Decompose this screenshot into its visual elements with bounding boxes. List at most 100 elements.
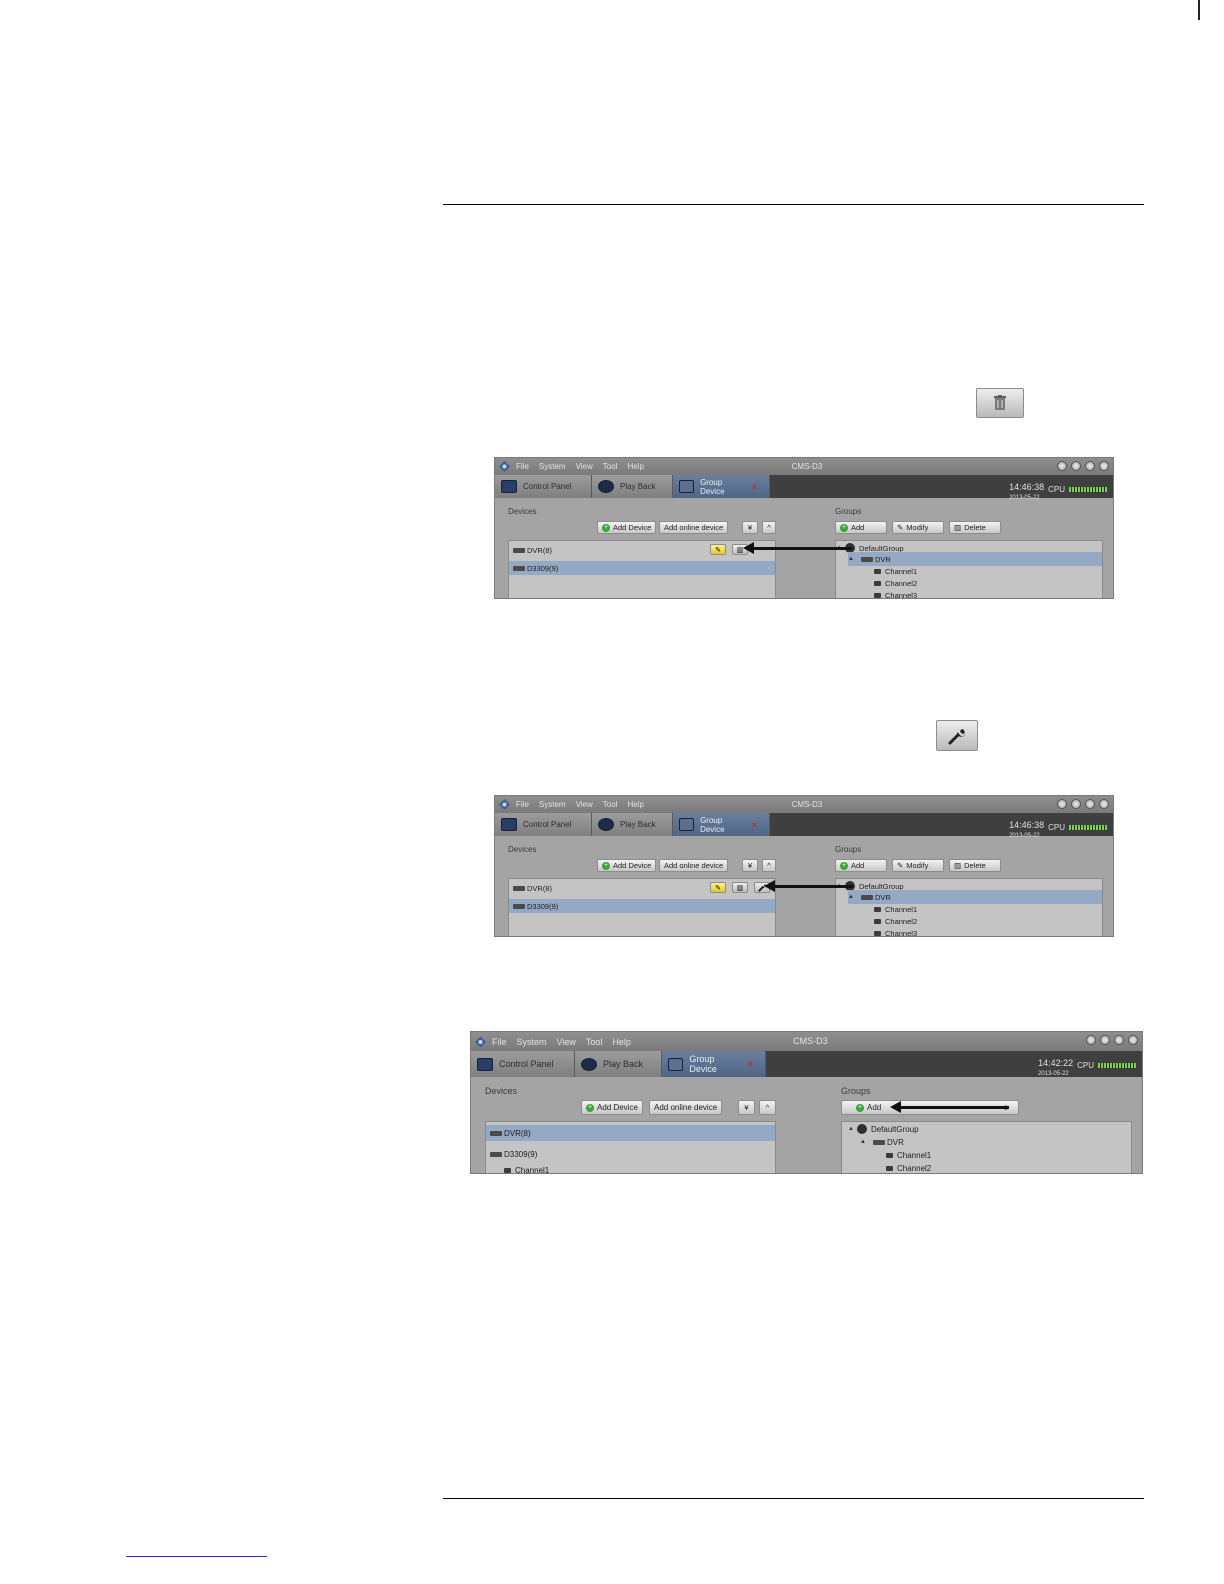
groups-label: Groups <box>835 507 862 516</box>
device-row[interactable]: D3309(9) <box>509 561 775 575</box>
add-group-button[interactable]: + Add <box>835 521 887 534</box>
menu-file[interactable]: File <box>492 1037 507 1047</box>
menu-file[interactable]: File <box>516 462 529 471</box>
expand-all-button[interactable]: ^ <box>762 859 776 872</box>
camera-icon <box>874 580 881 586</box>
groups-label: Groups <box>835 845 862 854</box>
menu-help[interactable]: Help <box>627 462 643 471</box>
expand-icon: ▲ <box>848 1126 854 1132</box>
group-tree: ▲ DefaultGroup ▲ DVR Channel1 Channel2 <box>841 1121 1132 1173</box>
dvr-icon <box>513 565 525 571</box>
tab-control-panel[interactable]: Control Panel <box>495 813 592 836</box>
tab-bar: Control Panel Play Back Group Device × 14… <box>495 475 1113 501</box>
tab-group-device[interactable]: Group Device × <box>662 1051 766 1077</box>
collapse-all-button[interactable]: ¥ <box>742 859 758 872</box>
collapse-all-button[interactable]: ¥ <box>738 1100 755 1115</box>
edit-device-button[interactable]: ✎ <box>710 544 726 555</box>
cpu-label: CPU <box>1048 484 1065 494</box>
tree-node-channel[interactable]: Channel3 <box>874 926 1102 936</box>
minimize-icon[interactable] <box>1100 1035 1110 1045</box>
menu-help[interactable]: Help <box>627 800 643 809</box>
dvr-icon <box>490 1130 502 1136</box>
tab-group-device[interactable]: Group Device × <box>673 813 770 836</box>
device-row[interactable]: D3309(9) <box>486 1146 775 1162</box>
settings-window-icon[interactable] <box>1086 1035 1096 1045</box>
group-tree: ▲DefaultGroup ▲DVR Channel1 Channel2 Cha… <box>835 878 1103 936</box>
tab-close-icon[interactable]: × <box>752 820 757 830</box>
camera-icon <box>886 1165 893 1171</box>
expand-all-button[interactable]: ^ <box>759 1100 776 1115</box>
callout-arrow <box>764 880 853 892</box>
tree-node-channel[interactable]: Channel1 <box>886 1148 1131 1162</box>
device-channel-row[interactable]: Channel1 <box>504 1162 775 1173</box>
delete-device-button[interactable]: ▥ <box>732 882 748 893</box>
menu-system[interactable]: System <box>517 1037 547 1047</box>
screenshot-delete-device: File System View Tool Help CMS-D3 Contro… <box>494 457 1114 599</box>
menu-tool[interactable]: Tool <box>603 462 618 471</box>
tab-play-back[interactable]: Play Back <box>575 1051 662 1077</box>
menu-tool[interactable]: Tool <box>603 800 618 809</box>
window-title: CMS-D3 <box>793 1036 828 1046</box>
settings-window-icon[interactable] <box>1057 461 1067 471</box>
clock-date: 2013-05-22 <box>1009 495 1040 501</box>
tab-close-icon[interactable]: × <box>752 482 757 492</box>
camera-icon <box>874 592 881 598</box>
tree-node-group[interactable]: ▲DefaultGroup <box>848 1122 1131 1136</box>
menu-view[interactable]: View <box>576 800 593 809</box>
close-icon[interactable] <box>1128 1035 1138 1045</box>
group-device-icon <box>668 1057 684 1071</box>
cpu-label: CPU <box>1048 822 1065 832</box>
maximize-icon[interactable] <box>1085 799 1095 809</box>
delete-group-button[interactable]: ▥ Delete <box>949 521 1001 534</box>
device-row[interactable]: DVR(8) <box>486 1125 775 1141</box>
devices-label: Devices <box>508 507 537 516</box>
edit-device-button[interactable]: ✎ <box>710 882 726 893</box>
camera-icon <box>874 918 881 924</box>
menu-bar: File System View Tool Help CMS-D3 <box>471 1032 1142 1051</box>
menu-view[interactable]: View <box>576 462 593 471</box>
add-online-device-button[interactable]: Add online device <box>659 521 729 534</box>
tree-node-channel[interactable]: Channel3 <box>874 588 1102 598</box>
collapse-all-button[interactable]: ¥ <box>742 521 758 534</box>
add-device-button[interactable]: + Add Device <box>597 521 657 534</box>
cpu-label: CPU <box>1077 1060 1094 1070</box>
close-icon[interactable] <box>1099 799 1109 809</box>
minimize-icon[interactable] <box>1071 461 1081 471</box>
top-edge-mark <box>1198 0 1200 20</box>
tab-play-back[interactable]: Play Back <box>592 813 673 836</box>
menu-system[interactable]: System <box>539 800 566 809</box>
menu-tool[interactable]: Tool <box>586 1037 603 1047</box>
expand-all-button[interactable]: ^ <box>762 521 776 534</box>
add-device-button[interactable]: + Add Device <box>581 1100 643 1115</box>
trash-icon <box>976 388 1024 418</box>
modify-group-button[interactable]: ✎ Modify <box>892 521 944 534</box>
maximize-icon[interactable] <box>1085 461 1095 471</box>
tree-node-channel[interactable]: Channel2 <box>886 1161 1131 1173</box>
tab-bar: Control Panel Play Back Group Device × 14… <box>471 1051 1142 1077</box>
menu-file[interactable]: File <box>516 800 529 809</box>
tree-node-device[interactable]: ▲ DVR <box>860 1135 1131 1149</box>
footer-link-underline[interactable] <box>126 1556 267 1557</box>
close-icon[interactable] <box>1099 461 1109 471</box>
add-device-button[interactable]: + Add Device <box>597 859 657 872</box>
tab-control-panel[interactable]: Control Panel <box>471 1051 575 1077</box>
menu-help[interactable]: Help <box>612 1037 631 1047</box>
minimize-icon[interactable] <box>1071 799 1081 809</box>
tab-play-back[interactable]: Play Back <box>592 475 673 498</box>
tab-close-icon[interactable]: × <box>748 1059 753 1069</box>
add-online-device-button[interactable]: Add online device <box>659 859 729 872</box>
device-row[interactable]: D3309(9) <box>509 899 775 913</box>
menu-view[interactable]: View <box>557 1037 576 1047</box>
pencil-icon: ✎ <box>897 861 904 870</box>
playback-icon <box>598 818 614 831</box>
menu-system[interactable]: System <box>539 462 566 471</box>
dvr-icon <box>860 894 873 900</box>
tab-control-panel[interactable]: Control Panel <box>495 475 592 498</box>
add-group-button[interactable]: + Add <box>835 859 887 872</box>
settings-window-icon[interactable] <box>1057 799 1067 809</box>
delete-group-button[interactable]: ▥ Delete <box>949 859 1001 872</box>
add-online-device-button[interactable]: Add online device <box>649 1100 723 1115</box>
tab-group-device[interactable]: Group Device × <box>673 475 770 498</box>
modify-group-button[interactable]: ✎ Modify <box>892 859 944 872</box>
maximize-icon[interactable] <box>1114 1035 1124 1045</box>
